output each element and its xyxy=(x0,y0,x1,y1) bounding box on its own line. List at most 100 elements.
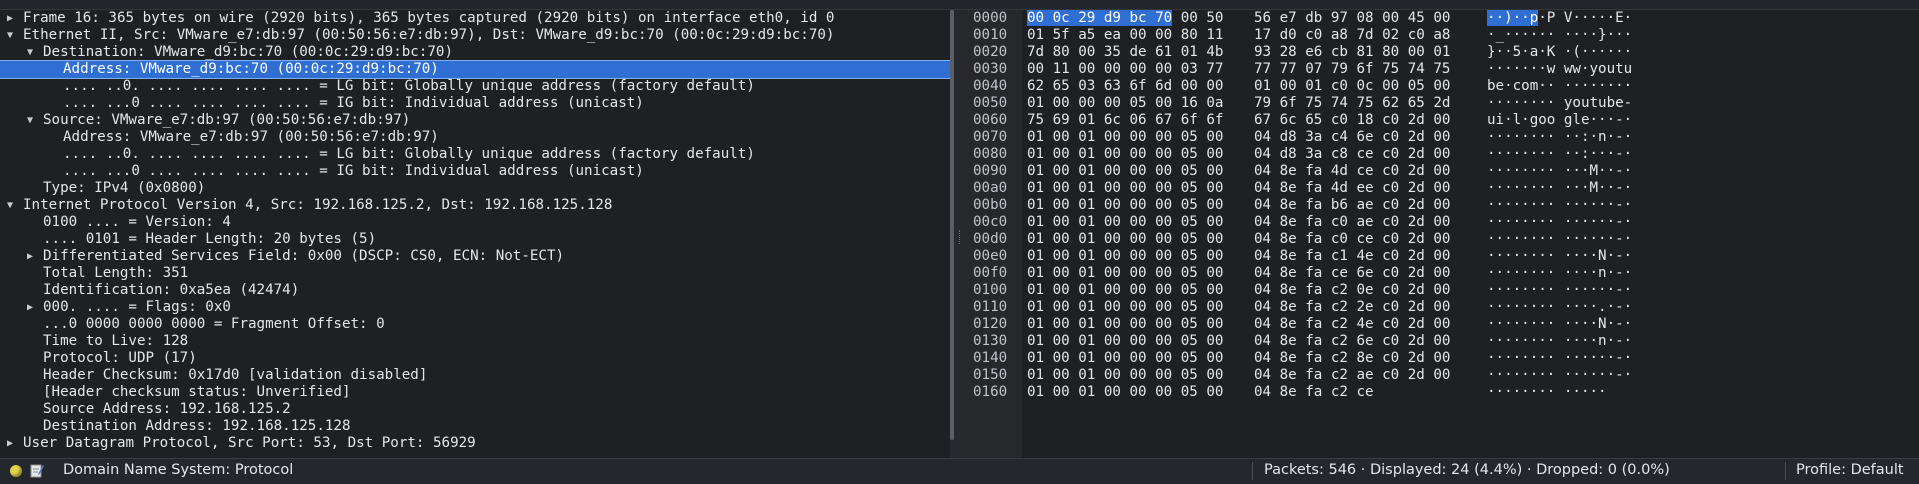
ready-indicator-icon[interactable] xyxy=(10,465,22,477)
tree-row[interactable]: Address: VMware_e7:db:97 (00:50:56:e7:db… xyxy=(0,129,950,146)
expand-arrow-down-icon[interactable]: ▼ xyxy=(4,197,16,214)
hex-row[interactable]: 00f0 01 00 01 00 00 00 05 00 04 8e fa ce 6… xyxy=(960,265,1919,282)
hex-bytes-group-2[interactable]: 67 6c 65 c0 18 c0 2d 00 xyxy=(1254,112,1450,129)
ascii-bytes[interactable]: ········ ····n·-· xyxy=(1487,333,1632,350)
ascii-bytes[interactable]: ········ ······-· xyxy=(1487,367,1632,384)
tree-row[interactable]: .... 0101 = Header Length: 20 bytes (5) xyxy=(0,231,950,248)
hex-bytes-group-2[interactable]: 77 77 07 79 6f 75 74 75 xyxy=(1254,61,1450,78)
ascii-bytes[interactable]: ·_······ ····}··· xyxy=(1487,27,1632,44)
hex-bytes-group-1[interactable]: 01 00 01 00 00 00 05 00 xyxy=(1027,214,1223,231)
hex-bytes-group-1[interactable]: 01 00 01 00 00 00 05 00 xyxy=(1027,265,1223,282)
hex-row[interactable]: 00a0 01 00 01 00 00 00 05 00 04 8e fa 4d e… xyxy=(960,180,1919,197)
hex-bytes-group-2[interactable]: 01 00 01 c0 0c 00 05 00 xyxy=(1254,78,1450,95)
hex-bytes-group-1[interactable]: 01 00 01 00 00 00 05 00 xyxy=(1027,384,1223,401)
hex-bytes-group-2[interactable]: 04 8e fa c0 ce c0 2d 00 xyxy=(1254,231,1450,248)
hex-row[interactable]: 0140 01 00 01 00 00 00 05 00 04 8e fa c2 8… xyxy=(960,350,1919,367)
tree-row[interactable]: Destination Address: 192.168.125.128 xyxy=(0,418,950,435)
hex-bytes-group-2[interactable]: 56 e7 db 97 08 00 45 00 xyxy=(1254,10,1450,27)
hex-row[interactable]: 0010 01 5f a5 ea 00 00 80 11 17 d0 c0 a8 7… xyxy=(960,27,1919,44)
hex-row[interactable]: 0030 00 11 00 00 00 00 03 77 77 77 07 79 6… xyxy=(960,61,1919,78)
hex-bytes-group-2[interactable]: 04 8e fa c1 4e c0 2d 00 xyxy=(1254,248,1450,265)
ascii-bytes[interactable]: ········ ····N·-· xyxy=(1487,316,1632,333)
tree-row[interactable]: ...0 0000 0000 0000 = Fragment Offset: 0 xyxy=(0,316,950,333)
hex-bytes-group-2[interactable]: 04 8e fa c2 2e c0 2d 00 xyxy=(1254,299,1450,316)
tree-row[interactable]: Total Length: 351 xyxy=(0,265,950,282)
expand-arrow-down-icon[interactable]: ▼ xyxy=(4,27,16,44)
hex-row[interactable]: 0150 01 00 01 00 00 00 05 00 04 8e fa c2 a… xyxy=(960,367,1919,384)
tree-row[interactable]: Protocol: UDP (17) xyxy=(0,350,950,367)
hex-bytes-group-1[interactable]: 00 11 00 00 00 00 03 77 xyxy=(1027,61,1223,78)
hex-bytes-group-1[interactable]: 01 00 01 00 00 00 05 00 xyxy=(1027,367,1223,384)
expand-arrow-right-icon[interactable]: ▶ xyxy=(24,299,36,316)
edit-comment-icon[interactable] xyxy=(30,463,44,478)
hex-row[interactable]: 0080 01 00 01 00 00 00 05 00 04 d8 3a c8 c… xyxy=(960,146,1919,163)
hex-bytes-group-2[interactable]: 04 8e fa ce 6e c0 2d 00 xyxy=(1254,265,1450,282)
status-profile[interactable]: Profile: Default xyxy=(1796,462,1904,478)
hex-bytes-group-2[interactable]: 04 8e fa c2 8e c0 2d 00 xyxy=(1254,350,1450,367)
hex-bytes-group-2[interactable]: 04 8e fa c2 6e c0 2d 00 xyxy=(1254,333,1450,350)
expand-arrow-down-icon[interactable]: ▼ xyxy=(24,44,36,61)
hex-bytes-group-2[interactable]: 17 d0 c0 a8 7d 02 c0 a8 xyxy=(1254,27,1450,44)
hex-row[interactable]: 0060 75 69 01 6c 06 67 6f 6f 67 6c 65 c0 1… xyxy=(960,112,1919,129)
hex-row[interactable]: 0100 01 00 01 00 00 00 05 00 04 8e fa c2 0… xyxy=(960,282,1919,299)
hex-bytes-group-1[interactable]: 01 5f a5 ea 00 00 80 11 xyxy=(1027,27,1223,44)
ascii-bytes[interactable]: ·······w ww·youtu xyxy=(1487,61,1632,78)
tree-row[interactable]: Header Checksum: 0x17d0 [validation disa… xyxy=(0,367,950,384)
hex-bytes-group-2[interactable]: 04 d8 3a c8 ce c0 2d 00 xyxy=(1254,146,1450,163)
ascii-bytes[interactable]: ········ ······-· xyxy=(1487,197,1632,214)
ascii-bytes[interactable]: ui·l·goo gle···-· xyxy=(1487,112,1632,129)
details-scrollbar[interactable] xyxy=(950,10,954,440)
tree-row[interactable]: Identification: 0xa5ea (42474) xyxy=(0,282,950,299)
tree-row[interactable]: 0100 .... = Version: 4 xyxy=(0,214,950,231)
tree-row[interactable]: ▶ Differentiated Services Field: 0x00 (DS… xyxy=(0,248,950,265)
hex-bytes-group-2[interactable]: 04 8e fa 4d ee c0 2d 00 xyxy=(1254,180,1450,197)
hex-row[interactable]: 00c0 01 00 01 00 00 00 05 00 04 8e fa c0 a… xyxy=(960,214,1919,231)
ascii-bytes[interactable]: ········ ······-· xyxy=(1487,231,1632,248)
ascii-bytes[interactable]: be·com·· ········ xyxy=(1487,78,1632,95)
hex-row[interactable]: 0090 01 00 01 00 00 00 05 00 04 8e fa 4d c… xyxy=(960,163,1919,180)
ascii-bytes[interactable]: ········ ····.·-· xyxy=(1487,299,1632,316)
expand-arrow-right-icon[interactable]: ▶ xyxy=(24,248,36,265)
hex-bytes-group-1[interactable]: 00 0c 29 d9 bc 70 00 50 xyxy=(1027,10,1223,27)
tree-row[interactable]: .... ..0. .... .... .... .... = LG bit: … xyxy=(0,146,950,163)
tree-row[interactable]: ▼ Internet Protocol Version 4, Src: 192.1… xyxy=(0,197,950,214)
ascii-bytes[interactable]: ········ ······-· xyxy=(1487,214,1632,231)
hex-row[interactable]: 00b0 01 00 01 00 00 00 05 00 04 8e fa b6 a… xyxy=(960,197,1919,214)
hex-bytes-group-1[interactable]: 01 00 01 00 00 00 05 00 xyxy=(1027,163,1223,180)
hex-bytes-group-2[interactable]: 79 6f 75 74 75 62 65 2d xyxy=(1254,95,1450,112)
expand-arrow-down-icon[interactable]: ▼ xyxy=(24,112,36,129)
hex-bytes-group-2[interactable]: 04 d8 3a c4 6e c0 2d 00 xyxy=(1254,129,1450,146)
hex-row[interactable]: 0120 01 00 01 00 00 00 05 00 04 8e fa c2 4… xyxy=(960,316,1919,333)
hex-bytes-group-1[interactable]: 01 00 01 00 00 00 05 00 xyxy=(1027,282,1223,299)
ascii-bytes[interactable]: ········ ····N·-· xyxy=(1487,248,1632,265)
ascii-bytes[interactable]: }··5·a·K ·(······ xyxy=(1487,44,1632,61)
hex-row[interactable]: 0040 62 65 03 63 6f 6d 00 00 01 00 01 c0 0… xyxy=(960,78,1919,95)
hex-bytes-group-1[interactable]: 01 00 00 00 05 00 16 0a xyxy=(1027,95,1223,112)
tree-row[interactable]: ▼ Destination: VMware_d9:bc:70 (00:0c:29:… xyxy=(0,44,950,61)
ascii-bytes[interactable]: ········ ····· xyxy=(1487,384,1607,401)
tree-row[interactable]: ▼ Ethernet II, Src: VMware_e7:db:97 (00:5… xyxy=(0,27,950,44)
hex-bytes-group-1[interactable]: 62 65 03 63 6f 6d 00 00 xyxy=(1027,78,1223,95)
ascii-bytes[interactable]: ········ ···M··-· xyxy=(1487,180,1632,197)
tree-row[interactable]: ▶ 000. .... = Flags: 0x0 xyxy=(0,299,950,316)
tree-row[interactable]: Type: IPv4 (0x0800) xyxy=(0,180,950,197)
hex-bytes-group-1[interactable]: 01 00 01 00 00 00 05 00 xyxy=(1027,129,1223,146)
hex-row[interactable]: 00e0 01 00 01 00 00 00 05 00 04 8e fa c1 4… xyxy=(960,248,1919,265)
ascii-bytes[interactable]: ··)··p·P V·····E· xyxy=(1487,10,1632,27)
hex-bytes-group-1[interactable]: 01 00 01 00 00 00 05 00 xyxy=(1027,316,1223,333)
expand-arrow-right-icon[interactable]: ▶ xyxy=(4,435,16,452)
hex-bytes-group-1[interactable]: 7d 80 00 35 de 61 01 4b xyxy=(1027,44,1223,61)
packet-bytes-pane[interactable]: 0000 00 0c 29 d9 bc 70 00 50 56 e7 db 97 0… xyxy=(960,10,1919,458)
tree-row[interactable]: ▶ Frame 16: 365 bytes on wire (2920 bits)… xyxy=(0,10,950,27)
hex-bytes-group-2[interactable]: 04 8e fa c2 0e c0 2d 00 xyxy=(1254,282,1450,299)
hex-row[interactable]: 0130 01 00 01 00 00 00 05 00 04 8e fa c2 6… xyxy=(960,333,1919,350)
ascii-bytes[interactable]: ········ ···M··-· xyxy=(1487,163,1632,180)
hex-bytes-group-1[interactable]: 01 00 01 00 00 00 05 00 xyxy=(1027,180,1223,197)
tree-row[interactable]: .... ..0. .... .... .... .... = LG bit: … xyxy=(0,78,950,95)
ascii-bytes[interactable]: ········ ··:·n·-· xyxy=(1487,129,1632,146)
tree-row[interactable]: .... ...0 .... .... .... .... = IG bit: … xyxy=(0,163,950,180)
hex-bytes-group-1[interactable]: 01 00 01 00 00 00 05 00 xyxy=(1027,197,1223,214)
hex-bytes-group-2[interactable]: 04 8e fa 4d ce c0 2d 00 xyxy=(1254,163,1450,180)
ascii-bytes[interactable]: ········ ··:···-· xyxy=(1487,146,1632,163)
hex-bytes-group-1[interactable]: 01 00 01 00 00 00 05 00 xyxy=(1027,248,1223,265)
